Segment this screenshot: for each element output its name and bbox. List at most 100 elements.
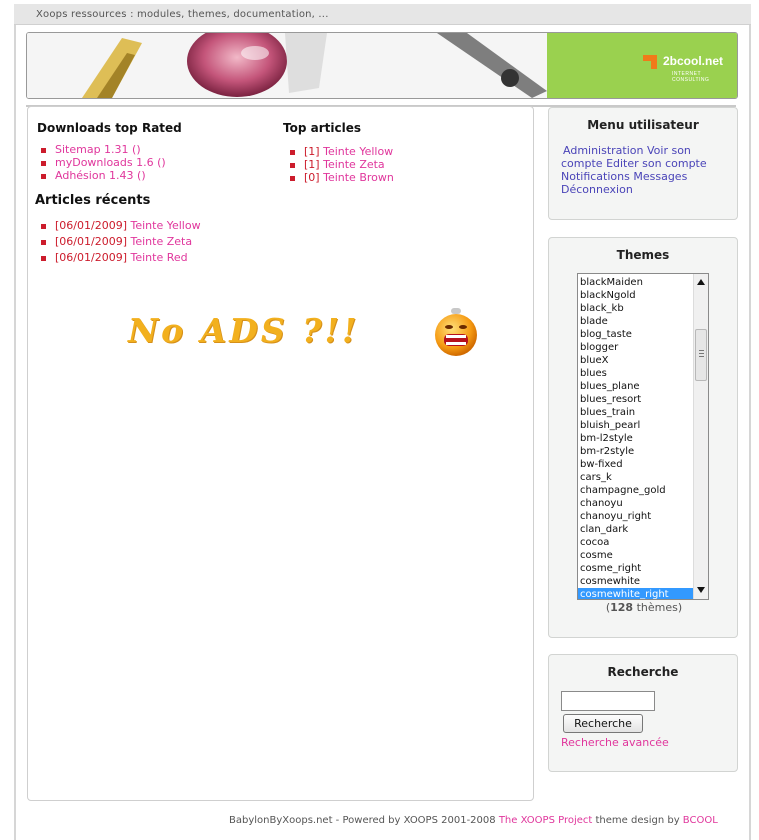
no-ads-banner: No ADS ?!! (128, 307, 488, 367)
bullet-icon (41, 173, 46, 179)
search-block: Recherche Recherche Recherche avancée (548, 654, 738, 772)
scroll-up-icon[interactable] (697, 279, 705, 285)
footer-text: BabylonByXoops.net - Powered by XOOPS 20… (229, 815, 718, 826)
article-count: [1] (304, 145, 320, 158)
theme-option[interactable]: blackNgold (578, 289, 708, 302)
theme-option[interactable]: blues_resort (578, 393, 708, 406)
article-link[interactable]: Teinte Yellow (323, 145, 393, 158)
search-input[interactable] (561, 691, 655, 711)
bullet-icon (41, 223, 46, 229)
brand-name: 2bcool.net (663, 54, 724, 68)
scrollbar-thumb[interactable] (695, 329, 707, 381)
theme-option[interactable]: bw-fixed (578, 458, 708, 471)
list-item[interactable]: [06/01/2009] Teinte Red (41, 250, 201, 266)
bullet-icon (41, 239, 46, 245)
page-border-left (14, 25, 16, 840)
theme-option[interactable]: champagne_gold (578, 484, 708, 497)
notifications-link[interactable]: Notifications (561, 170, 630, 183)
banner-illustration (27, 33, 547, 98)
messages-link[interactable]: Messages (633, 170, 687, 183)
article-link[interactable]: Teinte Zeta (130, 235, 192, 248)
theme-option[interactable]: blogger (578, 341, 708, 354)
theme-option[interactable]: chanoyu_right (578, 510, 708, 523)
user-menu-title: Menu utilisateur (587, 118, 699, 132)
designer-link[interactable]: BCOOL (683, 815, 718, 826)
theme-option[interactable]: blog_taste (578, 328, 708, 341)
theme-option[interactable]: black_kb (578, 302, 708, 315)
footer-middle: theme design by (592, 815, 683, 826)
article-date: [06/01/2009] (55, 235, 127, 248)
list-item[interactable]: myDownloads 1.6 () (41, 156, 182, 169)
article-link[interactable]: Teinte Red (130, 251, 187, 264)
advanced-search-link[interactable]: Recherche avancée (561, 736, 669, 749)
theme-option[interactable]: cars_k (578, 471, 708, 484)
theme-option[interactable]: bluish_pearl (578, 419, 708, 432)
article-link[interactable]: Teinte Zeta (323, 158, 385, 171)
article-date: [06/01/2009] (55, 219, 127, 232)
article-count: [1] (304, 158, 320, 171)
bullet-icon (41, 255, 46, 261)
theme-select-list[interactable]: blackMaiden blackNgold black_kb blade blog_t… (577, 273, 709, 600)
theme-option[interactable]: blueX (578, 354, 708, 367)
bullet-icon (41, 147, 46, 153)
theme-option[interactable]: blackMaiden (578, 276, 708, 289)
search-title: Recherche (607, 665, 679, 679)
download-link[interactable]: Sitemap 1.31 () (55, 143, 141, 156)
theme-option[interactable]: blues_plane (578, 380, 708, 393)
search-button[interactable]: Recherche (563, 714, 643, 733)
theme-option[interactable]: cosme_right (578, 562, 708, 575)
scrollbar[interactable] (693, 274, 708, 599)
list-item[interactable]: [06/01/2009] Teinte Yellow (41, 218, 201, 234)
list-item[interactable]: [1] Teinte Yellow (290, 145, 394, 158)
theme-option[interactable]: cosmewhite (578, 575, 708, 588)
theme-option[interactable]: bm-l2style (578, 432, 708, 445)
download-link[interactable]: myDownloads 1.6 () (55, 156, 166, 169)
article-count: [0] (304, 171, 320, 184)
article-link[interactable]: Teinte Yellow (130, 219, 200, 232)
theme-option[interactable]: cosme (578, 549, 708, 562)
list-item[interactable]: [1] Teinte Zeta (290, 158, 394, 171)
logout-link[interactable]: Déconnexion (561, 183, 633, 196)
recent-articles-block: Articles récents [06/01/2009] Teinte Yel… (35, 193, 201, 266)
recent-articles-title: Articles récents (35, 193, 151, 208)
brand-tagline: INTERNET CONSULTING (672, 71, 710, 83)
list-item[interactable]: Sitemap 1.31 () (41, 143, 182, 156)
theme-option[interactable]: bm-r2style (578, 445, 708, 458)
theme-option[interactable]: blues (578, 367, 708, 380)
top-articles-list: [1] Teinte Yellow [1] Teinte Zeta [0] Te… (283, 145, 394, 184)
header-banner[interactable]: 2bcool.net INTERNET CONSULTING (26, 32, 738, 99)
article-link[interactable]: Teinte Brown (323, 171, 394, 184)
theme-option[interactable]: chanoyu (578, 497, 708, 510)
themes-count: (128 thèmes) (549, 601, 739, 614)
theme-items: blackMaiden blackNgold black_kb blade blog_t… (578, 276, 708, 599)
scroll-down-icon[interactable] (697, 587, 705, 593)
theme-option[interactable]: blade (578, 315, 708, 328)
theme-option[interactable]: blues_train (578, 406, 708, 419)
no-ads-text: No ADS ?!! (128, 311, 360, 350)
edit-account-link[interactable]: Editer son compte (606, 157, 707, 170)
theme-option[interactable]: cosmewhite_right (578, 588, 708, 599)
user-menu-block: Menu utilisateur Administration Voir son… (548, 107, 738, 220)
user-menu-links: Administration Voir son compte Editer so… (561, 144, 731, 196)
brand-arrow-icon (635, 55, 657, 77)
site-tagline: Xoops ressources : modules, themes, docu… (36, 9, 329, 20)
list-item[interactable]: [0] Teinte Brown (290, 171, 394, 184)
admin-link[interactable]: Administration (563, 144, 644, 157)
count-suffix: thèmes) (633, 601, 683, 614)
article-date: [06/01/2009] (55, 251, 127, 264)
bullet-icon (290, 175, 295, 181)
downloads-list: Sitemap 1.31 () myDownloads 1.6 () Adhés… (37, 143, 182, 182)
bullet-icon (290, 162, 295, 168)
page-border-right (749, 25, 751, 840)
list-item[interactable]: [06/01/2009] Teinte Zeta (41, 234, 201, 250)
footer-prefix: BabylonByXoops.net - Powered by XOOPS 20… (229, 815, 499, 826)
theme-option[interactable]: clan_dark (578, 523, 708, 536)
xoops-project-link[interactable]: The XOOPS Project (499, 815, 593, 826)
list-item[interactable]: Adhésion 1.43 () (41, 169, 182, 182)
themes-block: Themes blackMaiden blackNgold black_kb blad… (548, 237, 738, 638)
site-tagline-bar: Xoops ressources : modules, themes, docu… (14, 4, 751, 25)
theme-option[interactable]: cocoa (578, 536, 708, 549)
downloads-block: Downloads top Rated Sitemap 1.31 () myDo… (37, 121, 182, 182)
download-link[interactable]: Adhésion 1.43 () (55, 169, 146, 182)
bullet-icon (290, 149, 295, 155)
